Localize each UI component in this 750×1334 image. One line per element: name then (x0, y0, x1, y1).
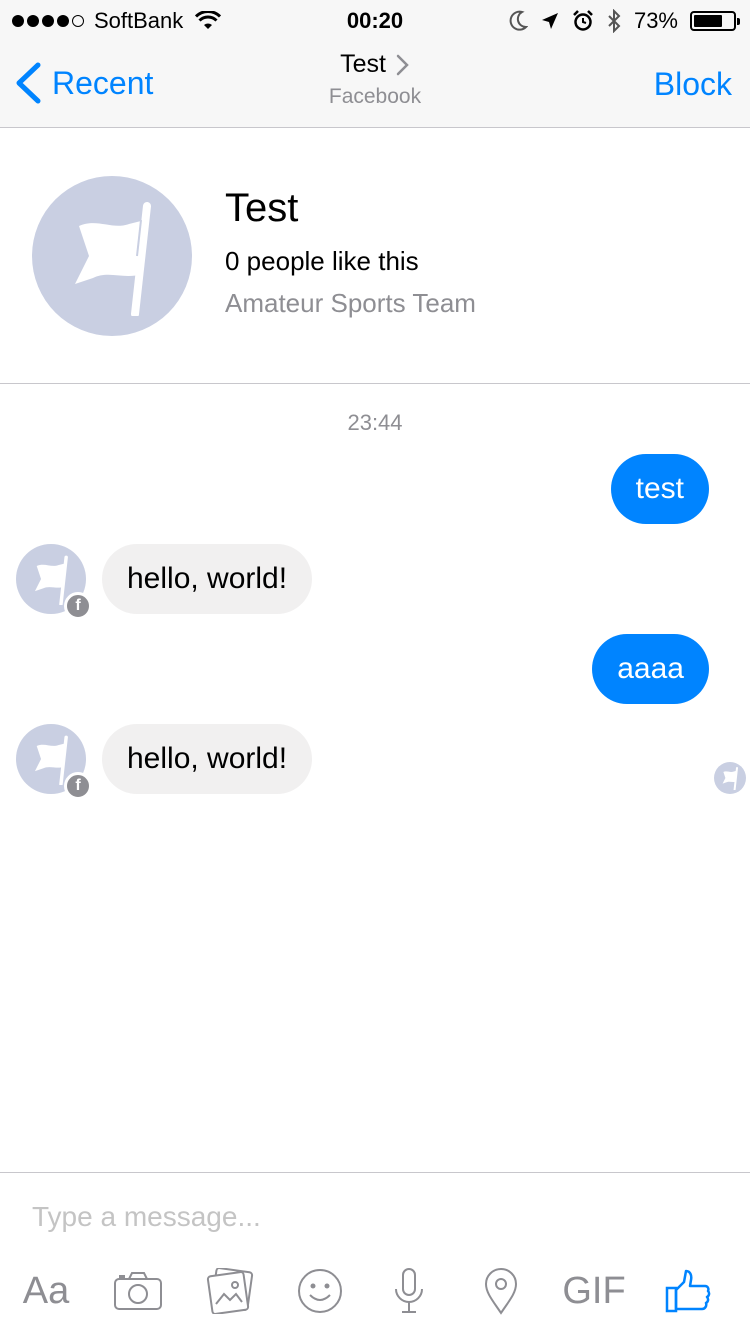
emoji-icon (298, 1269, 342, 1313)
camera-button[interactable] (110, 1261, 166, 1321)
contact-name: Test (340, 50, 386, 78)
profile-likes: 0 people like this (225, 246, 419, 276)
conversation-title[interactable]: Test Facebook (0, 50, 750, 109)
thumbs-up-icon (665, 1269, 711, 1313)
battery-percent: 73% (633, 8, 678, 33)
contact-subtitle: Facebook (328, 85, 422, 108)
voice-button[interactable] (384, 1261, 434, 1321)
profile-category: Amateur Sports Team (225, 288, 476, 318)
sender-avatar[interactable]: f (16, 544, 92, 620)
outgoing-message[interactable]: test (610, 454, 709, 524)
status-bar: SoftBank 00:20 73% (0, 0, 750, 40)
message-input[interactable] (32, 1197, 722, 1237)
status-bar-right: 73% (508, 8, 740, 34)
like-button[interactable] (660, 1261, 716, 1321)
message-timestamp: 23:44 (347, 410, 403, 435)
seen-indicator-avatar (714, 762, 746, 794)
battery-fill (694, 15, 722, 27)
alarm-icon (573, 10, 593, 31)
facebook-badge-icon: f (64, 772, 92, 800)
profile-name: Test (225, 186, 299, 230)
battery-icon (690, 11, 740, 31)
location-button[interactable] (476, 1261, 526, 1321)
outgoing-message[interactable]: aaaa (592, 634, 709, 704)
message-composer: Aa (0, 1172, 750, 1334)
location-icon (484, 1268, 518, 1315)
flag-icon (75, 202, 151, 316)
text-format-label: Aa (22, 1269, 70, 1312)
microphone-icon (395, 1268, 423, 1313)
incoming-message[interactable]: hello, world! (102, 544, 313, 614)
bluetooth-icon (608, 9, 621, 33)
block-button[interactable]: Block (654, 66, 732, 103)
flag-icon (722, 767, 738, 790)
gif-label: GIF (562, 1269, 626, 1312)
composer-toolbar: Aa GIF (0, 1261, 750, 1321)
navigation-bar: Recent Test Facebook Block (0, 40, 750, 128)
incoming-message[interactable]: hello, world! (102, 724, 313, 794)
facebook-badge-icon: f (64, 592, 92, 620)
gif-button[interactable]: GIF (558, 1261, 630, 1321)
emoji-button[interactable] (294, 1261, 346, 1321)
profile-header: Test 0 people like this Amateur Sports T… (0, 128, 750, 384)
text-format-button[interactable]: Aa (18, 1261, 74, 1321)
camera-icon (114, 1272, 162, 1310)
photos-icon (206, 1268, 254, 1314)
chevron-right-icon (396, 54, 409, 75)
photos-button[interactable] (202, 1261, 258, 1321)
location-arrow-icon (541, 13, 558, 29)
moon-icon (509, 10, 528, 31)
sender-avatar[interactable]: f (16, 724, 92, 800)
profile-avatar[interactable] (32, 176, 192, 336)
